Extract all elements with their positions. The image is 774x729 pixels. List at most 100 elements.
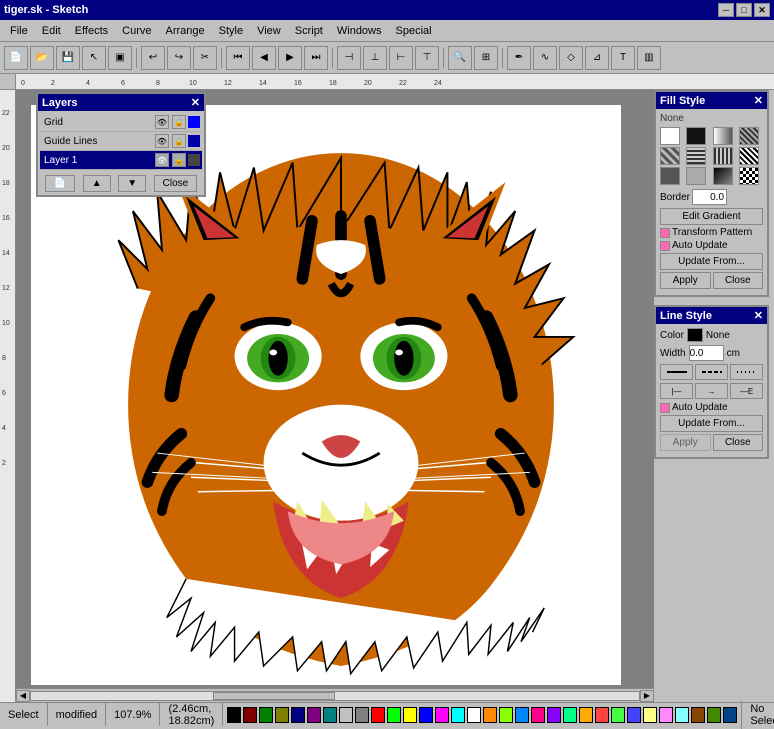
color-swatch-5[interactable] — [307, 707, 321, 723]
color-swatch-29[interactable] — [691, 707, 705, 723]
update-from-fill-button[interactable]: Update From... — [660, 253, 763, 270]
color-swatch-27[interactable] — [659, 707, 673, 723]
color-swatch-0[interactable] — [227, 707, 241, 723]
tool-bezier[interactable]: ∿ — [533, 46, 557, 70]
tool-node[interactable]: ⊿ — [585, 46, 609, 70]
tool-select[interactable]: ↖ — [82, 46, 106, 70]
color-swatch-3[interactable] — [275, 707, 289, 723]
fill-close-button[interactable]: Close — [713, 272, 764, 289]
maximize-button[interactable]: □ — [736, 3, 752, 17]
tool-prev[interactable]: ⏮ — [226, 46, 250, 70]
fill-swatch-10[interactable] — [713, 167, 733, 185]
tool-shape[interactable]: ◇ — [559, 46, 583, 70]
tool-align2[interactable]: ⊥ — [363, 46, 387, 70]
color-swatch-26[interactable] — [643, 707, 657, 723]
color-swatch-14[interactable] — [451, 707, 465, 723]
border-value-input[interactable] — [692, 189, 727, 205]
menu-file[interactable]: File — [4, 23, 34, 39]
line-close-button[interactable]: Close — [713, 434, 764, 451]
line-solid-button[interactable] — [660, 364, 693, 380]
tool-next[interactable]: ▶ — [278, 46, 302, 70]
fill-swatch-9[interactable] — [686, 167, 706, 185]
menu-special[interactable]: Special — [390, 23, 438, 39]
fill-style-close-icon[interactable]: ✕ — [754, 94, 763, 107]
tool-select2[interactable]: ▣ — [108, 46, 132, 70]
color-swatch-17[interactable] — [499, 707, 513, 723]
tool-prev2[interactable]: ◀ — [252, 46, 276, 70]
menu-curve[interactable]: Curve — [116, 23, 157, 39]
fill-swatch-7[interactable] — [739, 147, 759, 165]
color-swatch-23[interactable] — [595, 707, 609, 723]
menu-windows[interactable]: Windows — [331, 23, 388, 39]
menu-edit[interactable]: Edit — [36, 23, 67, 39]
color-swatch-1[interactable] — [243, 707, 257, 723]
color-swatch-19[interactable] — [531, 707, 545, 723]
tool-last[interactable]: ▥ — [637, 46, 661, 70]
line-style-close-icon[interactable]: ✕ — [754, 309, 763, 322]
layer-eye-icon3[interactable]: 👁 — [155, 153, 169, 167]
tool-open[interactable]: 📂 — [30, 46, 54, 70]
layer-lock-icon2[interactable]: 🔒 — [172, 134, 186, 148]
tool-redo[interactable]: ↪ — [167, 46, 191, 70]
color-swatch-21[interactable] — [563, 707, 577, 723]
tool-text[interactable]: T — [611, 46, 635, 70]
color-swatch-12[interactable] — [419, 707, 433, 723]
color-swatch-11[interactable] — [403, 707, 417, 723]
color-swatch-22[interactable] — [579, 707, 593, 723]
layer-eye-icon[interactable]: 👁 — [155, 115, 169, 129]
menu-style[interactable]: Style — [213, 23, 249, 39]
menu-script[interactable]: Script — [289, 23, 329, 39]
line-color-swatch[interactable] — [687, 328, 703, 342]
canvas-area[interactable]: Layers ✕ Grid 👁 🔒 Guide Lines — [16, 90, 654, 688]
scrollbar-horizontal[interactable]: ◀ ▶ — [16, 688, 654, 702]
layers-close-icon[interactable]: ✕ — [191, 96, 200, 109]
line-end-flat-button[interactable]: |— — [660, 383, 693, 399]
scrollbar-thumb[interactable] — [213, 692, 335, 700]
close-button[interactable]: ✕ — [754, 3, 770, 17]
line-end-e-button[interactable]: —E — [730, 383, 763, 399]
color-swatch-25[interactable] — [627, 707, 641, 723]
minimize-button[interactable]: ─ — [718, 3, 734, 17]
fill-swatch-4[interactable] — [660, 147, 680, 165]
scroll-left-button[interactable]: ◀ — [16, 690, 30, 702]
layer-down-button[interactable]: ▼ — [118, 175, 146, 192]
layer-row-guides[interactable]: Guide Lines 👁 🔒 — [40, 132, 202, 151]
color-swatch-8[interactable] — [355, 707, 369, 723]
color-swatch-15[interactable] — [467, 707, 481, 723]
tool-align1[interactable]: ⊣ — [337, 46, 361, 70]
tool-pen[interactable]: ✒ — [507, 46, 531, 70]
scroll-right-button[interactable]: ▶ — [640, 690, 654, 702]
color-swatch-4[interactable] — [291, 707, 305, 723]
color-swatch-10[interactable] — [387, 707, 401, 723]
line-dotted-button[interactable] — [730, 364, 763, 380]
fill-swatch-5[interactable] — [686, 147, 706, 165]
color-swatch-7[interactable] — [339, 707, 353, 723]
tool-zoom[interactable]: 🔍 — [448, 46, 472, 70]
layer-lock-icon3[interactable]: 🔒 — [172, 153, 186, 167]
line-apply-button[interactable]: Apply — [660, 434, 711, 451]
color-swatch-30[interactable] — [707, 707, 721, 723]
tool-undo[interactable]: ↩ — [141, 46, 165, 70]
tool-align3[interactable]: ⊢ — [389, 46, 413, 70]
color-swatch-13[interactable] — [435, 707, 449, 723]
color-swatch-18[interactable] — [515, 707, 529, 723]
fill-apply-button[interactable]: Apply — [660, 272, 711, 289]
layer-row-1[interactable]: Layer 1 👁 🔒 — [40, 151, 202, 170]
line-dashed-button[interactable] — [695, 364, 728, 380]
tool-save[interactable]: 💾 — [56, 46, 80, 70]
color-swatch-31[interactable] — [723, 707, 737, 723]
line-end-arrow-button[interactable]: → — [695, 383, 728, 399]
menu-arrange[interactable]: Arrange — [159, 23, 210, 39]
tool-new[interactable]: 📄 — [4, 46, 28, 70]
update-from-line-button[interactable]: Update From... — [660, 415, 763, 432]
tool-align4[interactable]: ⊤ — [415, 46, 439, 70]
fill-swatch-11[interactable] — [739, 167, 759, 185]
fill-swatch-6[interactable] — [713, 147, 733, 165]
scrollbar-track[interactable] — [30, 691, 640, 701]
menu-view[interactable]: View — [251, 23, 287, 39]
fill-swatch-0[interactable] — [660, 127, 680, 145]
edit-gradient-button[interactable]: Edit Gradient — [660, 208, 763, 225]
color-swatch-2[interactable] — [259, 707, 273, 723]
color-swatch-6[interactable] — [323, 707, 337, 723]
tool-grid[interactable]: ⊞ — [474, 46, 498, 70]
